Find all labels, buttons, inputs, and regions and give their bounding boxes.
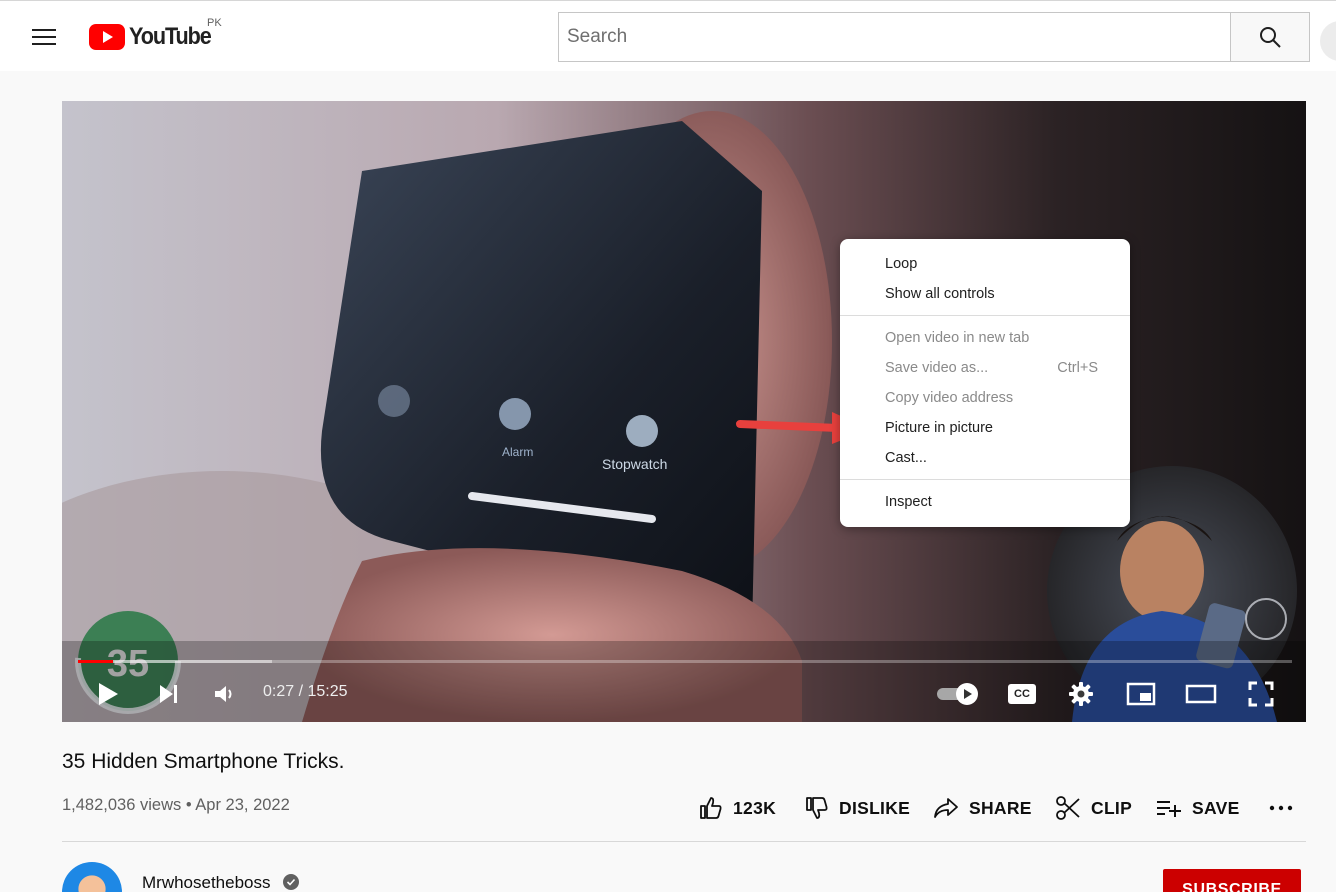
menu-item-loop[interactable]: Loop: [885, 256, 917, 272]
dislike-label: DISLIKE: [839, 797, 911, 818]
menu-item-copy-video-address[interactable]: Copy video address: [885, 390, 1013, 406]
save-button[interactable]: SAVE: [1156, 792, 1240, 824]
region-code: PK: [207, 17, 222, 29]
thumbs-up-icon: [700, 797, 722, 819]
channel-name[interactable]: Mrwhosetheboss: [142, 873, 271, 892]
phone-label-stopwatch: Stopwatch: [602, 456, 667, 472]
verified-icon: [283, 874, 299, 890]
autoplay-toggle[interactable]: [934, 676, 982, 712]
volume-button[interactable]: [206, 676, 242, 712]
clip-button[interactable]: CLIP: [1055, 792, 1132, 824]
menu-item-save-video-as[interactable]: Save video as...: [885, 360, 988, 376]
miniplayer-icon: [1126, 682, 1156, 706]
clip-label: CLIP: [1091, 797, 1133, 818]
autoplay-toggle-icon: [937, 683, 978, 705]
captions-label: CC: [1014, 688, 1030, 700]
fullscreen-icon: [1248, 681, 1274, 707]
youtube-logo[interactable]: YouTube: [89, 23, 220, 51]
miniplayer-button[interactable]: [1123, 676, 1159, 712]
play-button[interactable]: [90, 676, 126, 712]
volume-icon: [215, 686, 232, 702]
top-header: YouTube PK: [0, 0, 1336, 71]
menu-separator: [840, 479, 1130, 480]
section-divider: [62, 841, 1306, 842]
progress-played: [78, 660, 114, 663]
more-actions-button[interactable]: [1268, 792, 1304, 824]
header-edge-button[interactable]: [1320, 21, 1336, 61]
share-icon: [934, 798, 958, 818]
search-input[interactable]: [567, 26, 1230, 48]
menu-item-inspect[interactable]: Inspect: [885, 494, 932, 510]
scissors-icon: [1056, 796, 1080, 820]
share-label: SHARE: [969, 797, 1032, 818]
video-meta: 1,482,036 views • Apr 23, 2022: [62, 796, 290, 814]
playlist-add-icon: [1157, 801, 1181, 817]
search-field[interactable]: [558, 12, 1231, 62]
play-icon: [99, 683, 118, 705]
next-icon: [160, 685, 177, 703]
gear-icon: [1069, 682, 1093, 706]
theater-button[interactable]: [1183, 676, 1219, 712]
time-display: 0:27 / 15:25: [263, 683, 348, 700]
menu-separator: [840, 315, 1130, 316]
subscribe-button[interactable]: SUBSCRIBE: [1163, 869, 1301, 892]
menu-item-cast[interactable]: Cast...: [885, 450, 927, 466]
menu-item-picture-in-picture[interactable]: Picture in picture: [885, 420, 993, 436]
like-count: 123K: [733, 797, 777, 818]
thumbs-down-icon: [806, 797, 828, 819]
menu-item-open-video-in-new-tab[interactable]: Open video in new tab: [885, 330, 1029, 346]
channel-avatar[interactable]: [62, 862, 122, 892]
phone-label-alarm: Alarm: [502, 445, 533, 459]
dislike-button[interactable]: DISLIKE: [805, 792, 910, 824]
progress-bar[interactable]: [78, 660, 1292, 663]
menu-icon[interactable]: [32, 27, 58, 47]
like-button[interactable]: 123K: [699, 792, 776, 824]
share-button[interactable]: SHARE: [933, 792, 1032, 824]
search-button[interactable]: [1230, 12, 1310, 62]
search-icon: [1260, 27, 1281, 48]
next-button[interactable]: [150, 676, 186, 712]
logo-wordmark: YouTube: [129, 23, 212, 50]
captions-button[interactable]: CC: [1004, 676, 1040, 712]
youtube-play-logo-icon: [89, 24, 125, 50]
more-horizontal-icon: [1269, 805, 1293, 811]
fullscreen-button[interactable]: [1243, 676, 1279, 712]
save-label: SAVE: [1192, 797, 1240, 818]
video-title: 35 Hidden Smartphone Tricks.: [62, 750, 345, 773]
menu-item-show-all-controls[interactable]: Show all controls: [885, 286, 995, 302]
theater-icon: [1185, 684, 1217, 704]
context-menu: Loop Show all controls Open video in new…: [840, 239, 1130, 527]
menu-shortcut-save: Ctrl+S: [1057, 360, 1098, 376]
settings-button[interactable]: [1063, 676, 1099, 712]
